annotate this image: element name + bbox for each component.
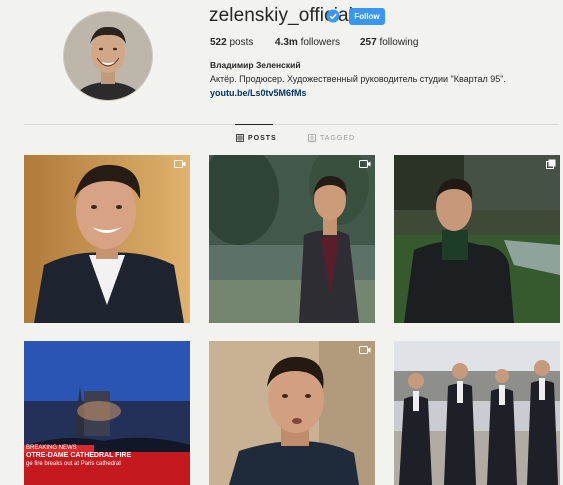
active-tab-indicator <box>235 124 273 125</box>
post-image-6 <box>394 341 560 485</box>
post-tile-2[interactable] <box>209 155 375 323</box>
video-icon <box>359 160 371 168</box>
profile-avatar[interactable] <box>64 12 152 100</box>
follow-button[interactable]: Follow <box>349 8 385 25</box>
post-tile-4[interactable]: BREAKING NEWS OTRE-DAME CATHEDRAL FIRE g… <box>24 341 190 485</box>
verified-badge-icon <box>326 9 340 23</box>
following-label: following <box>379 37 419 48</box>
tab-tagged-label: TAGGED <box>320 134 356 142</box>
post-image-2 <box>209 155 375 323</box>
followers-label: followers <box>300 37 341 48</box>
tab-posts-label: POSTS <box>248 134 277 142</box>
tab-posts[interactable]: POSTS <box>236 134 277 142</box>
tabs-divider <box>24 124 559 125</box>
post-tile-6[interactable] <box>394 341 560 485</box>
posts-stat: 522 posts <box>210 37 253 48</box>
posts-label: posts <box>229 37 254 48</box>
video-icon <box>174 160 186 168</box>
profile-full-name: Владимир Зеленский <box>210 60 301 70</box>
following-count: 257 <box>360 37 377 48</box>
post-tile-5[interactable] <box>209 341 375 485</box>
post-image-3 <box>394 155 560 323</box>
post-tile-3[interactable] <box>394 155 560 323</box>
post-image-5 <box>209 341 375 485</box>
news-ticker: BREAKING NEWS OTRE-DAME CATHEDRAL FIRE g… <box>26 445 131 468</box>
multi-photo-icon <box>546 159 556 169</box>
news-ticker-line-1: BREAKING NEWS <box>26 445 77 451</box>
avatar-image <box>64 12 152 100</box>
profile-bio: Актёр. Продюсер. Художественный руководи… <box>210 74 506 84</box>
post-image-1 <box>24 155 190 323</box>
tag-icon <box>308 134 316 142</box>
news-ticker-line-3: ge fire breaks out at Paris cathedral <box>26 460 121 467</box>
post-tile-1[interactable] <box>24 155 190 323</box>
posts-count: 522 <box>210 37 227 48</box>
followers-count: 4.3m <box>275 37 298 48</box>
news-ticker-line-2: OTRE-DAME CATHEDRAL FIRE <box>26 452 132 460</box>
video-icon <box>359 346 371 354</box>
grid-icon <box>236 134 244 142</box>
following-stat[interactable]: 257 following <box>360 37 418 48</box>
profile-link[interactable]: youtu.be/Ls0tv5M6fMs <box>210 88 307 98</box>
tab-tagged[interactable]: TAGGED <box>308 134 355 142</box>
followers-stat[interactable]: 4.3m followers <box>275 37 340 48</box>
